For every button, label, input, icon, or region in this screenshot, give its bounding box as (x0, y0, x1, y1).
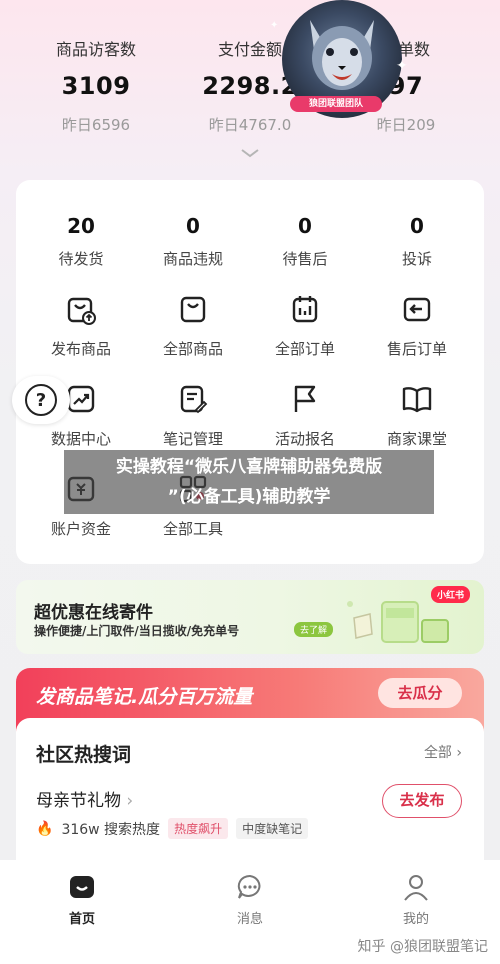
chevron-right-icon: › (456, 745, 462, 761)
nav-label: 我的 (402, 912, 429, 927)
express-title: 超优惠在线寄件 (34, 603, 153, 623)
message-icon (237, 874, 261, 899)
count-label: 投诉 (401, 250, 432, 268)
count-value: 0 (186, 214, 200, 238)
fire-icon: 🔥 (36, 820, 54, 837)
count-label: 待发货 (58, 250, 104, 268)
express-subtitle: 操作便捷/上门取件/当日揽收/免充单号 (34, 624, 240, 638)
express-shipping-banner[interactable]: 超优惠在线寄件 操作便捷/上门取件/当日揽收/免充单号 去了解 小红书 (16, 580, 484, 654)
overlay-line2: ”(必备工具)辅助教学 (167, 487, 331, 507)
nav-profile[interactable]: 我的 (376, 872, 456, 927)
tool-activity-signup[interactable]: 活动报名 (250, 382, 360, 449)
hot-topic-meta: 🔥 316w 搜索热度 热度飙升 中度缺笔记 (36, 818, 309, 839)
express-learn-more-button[interactable]: 去了解 (294, 622, 334, 637)
expand-chevron-icon[interactable] (236, 142, 264, 164)
count-label: 商品违规 (162, 250, 223, 268)
tool-label: 全部订单 (274, 340, 335, 358)
section-title: 社区热搜词 (36, 744, 132, 766)
watermark: 知乎 @狼团联盟笔记 (357, 939, 488, 955)
tool-label: 商家课堂 (386, 430, 447, 448)
tool-label: 全部工具 (162, 520, 223, 538)
heat-value: 316w 搜索热度 (61, 821, 161, 838)
parcel-illustration-icon (347, 601, 449, 643)
sparkle-icon: ✦ (396, 58, 408, 74)
tool-label: 笔记管理 (162, 430, 223, 448)
stat-prev: 昨日6596 (61, 116, 131, 134)
publish-button[interactable]: 去发布 (382, 784, 462, 818)
book-icon (402, 387, 432, 413)
tool-label: 数据中心 (50, 430, 111, 448)
nav-messages[interactable]: 消息 (210, 872, 290, 927)
stat-visitors[interactable]: 商品访客数 3109 昨日6596 (26, 36, 166, 135)
tool-publish-product[interactable]: 发布商品 (26, 292, 136, 359)
promo-title: 发商品笔记.瓜分百万流量 (36, 686, 253, 708)
tool-all-orders[interactable]: 全部订单 (250, 292, 360, 359)
profile-icon (404, 875, 428, 901)
tool-merchant-class[interactable]: 商家课堂 (362, 382, 472, 449)
stat-value: 3109 (61, 72, 131, 100)
tool-label: 发布商品 (50, 340, 111, 358)
count-value: 0 (410, 214, 424, 238)
note-edit-icon (180, 385, 208, 414)
rising-tag: 热度飙升 (168, 818, 229, 839)
nav-home[interactable]: 首页 (42, 872, 122, 927)
overlay-caption: 实操教程“微乐八喜牌辅助器免费版 ”(必备工具)辅助教学 (64, 450, 434, 514)
flag-icon (294, 385, 316, 412)
count-label: 待售后 (282, 250, 328, 268)
sparkle-icon: ✦ (270, 20, 279, 31)
avatar-tag: 狼团联盟团队 (290, 96, 382, 112)
tool-label: 售后订单 (386, 340, 447, 358)
bag-icon (180, 296, 206, 323)
home-icon (70, 876, 94, 898)
count-value: 20 (67, 214, 95, 238)
lacking-notes-tag: 中度缺笔记 (236, 818, 309, 839)
community-hot-search: 社区热搜词 全部 › 母亲节礼物 › 🔥 316w 搜索热度 热度飙升 中度缺笔… (16, 718, 484, 868)
stat-label: 商品访客数 (55, 40, 136, 59)
tool-label: 全部商品 (162, 340, 223, 358)
nav-label: 首页 (68, 912, 95, 927)
promo-join-button[interactable]: 去瓜分 (378, 678, 462, 708)
hot-topic-label: 母亲节礼物 (36, 791, 121, 811)
question-icon: ? (25, 384, 57, 416)
count-pending-shipment[interactable]: 20 待发货 (26, 214, 136, 269)
count-complaints[interactable]: 0 投诉 (362, 214, 472, 269)
tool-note-management[interactable]: 笔记管理 (138, 382, 248, 449)
hot-topic-link[interactable]: 母亲节礼物 › (36, 786, 133, 811)
stats-header: 商品访客数 3109 昨日6596 支付金额 2298.2 昨日4767.0 订… (0, 36, 500, 146)
overlay-line1: 实操教程“微乐八喜牌辅助器免费版 (115, 457, 383, 477)
tool-label: 活动报名 (274, 430, 335, 448)
tool-all-products[interactable]: 全部商品 (138, 292, 248, 359)
view-all-label: 全部 (423, 745, 452, 761)
chevron-right-icon: › (126, 791, 134, 811)
count-value: 0 (298, 214, 312, 238)
return-icon (403, 297, 431, 322)
tool-label: 账户资金 (50, 520, 111, 538)
view-all-link[interactable]: 全部 › (424, 742, 462, 762)
nav-label: 消息 (236, 912, 263, 927)
count-after-sale[interactable]: 0 待售后 (250, 214, 360, 269)
tool-after-sale-orders[interactable]: 售后订单 (362, 292, 472, 359)
count-violations[interactable]: 0 商品违规 (138, 214, 248, 269)
help-button[interactable]: ? (12, 376, 70, 424)
clipboard-icon (292, 296, 318, 323)
bag-upload-icon (67, 297, 96, 325)
